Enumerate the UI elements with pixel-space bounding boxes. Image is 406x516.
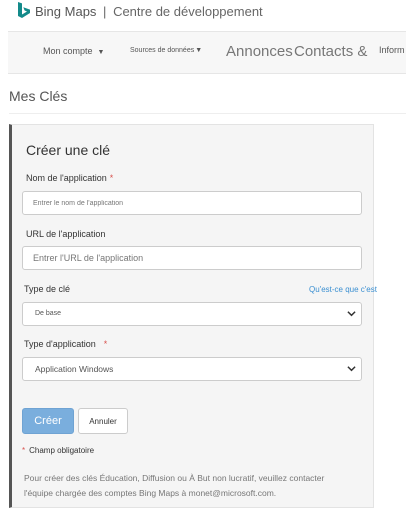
app-type-label: Type d'application * <box>24 339 107 349</box>
info-text: Pour créer des clés Éducation, Diffusion… <box>24 471 324 501</box>
top-header: Bing Maps | Centre de développement <box>0 0 406 26</box>
brand-separator: | <box>103 4 107 19</box>
required-note-text: Champ obligatoire <box>29 446 95 455</box>
app-name-input[interactable] <box>22 191 362 215</box>
bing-logo-icon[interactable] <box>17 2 31 20</box>
app-name-label-text: Nom de l'application <box>26 173 107 183</box>
app-url-input[interactable] <box>22 246 362 270</box>
nav-info[interactable]: Inform <box>379 45 405 55</box>
required-star: * <box>22 446 26 455</box>
page-title: Mes Clés <box>9 88 68 104</box>
nav-my-account[interactable]: Mon compte ▼ <box>43 46 104 56</box>
required-note: * Champ obligatoire <box>22 446 94 455</box>
key-type-label: Type de clé <box>24 284 71 294</box>
chevron-down-icon <box>347 366 356 372</box>
required-star: * <box>109 173 114 183</box>
divider <box>9 113 406 114</box>
nav-my-account-label: Mon compte <box>43 46 93 56</box>
form-title: Créer une clé <box>26 142 111 158</box>
create-button[interactable]: Créer <box>22 408 74 434</box>
nav-announcements[interactable]: Annonces <box>226 43 293 60</box>
chevron-down-icon: ▼ <box>195 47 203 54</box>
brand-name[interactable]: Bing Maps <box>35 4 96 19</box>
chevron-down-icon: ▼ <box>97 49 105 56</box>
nav-data-sources[interactable]: Sources de données▼ <box>130 47 202 54</box>
key-type-select[interactable]: De base <box>22 302 362 326</box>
nav-contacts[interactable]: Contacts & <box>294 43 367 60</box>
chevron-down-icon <box>347 311 356 317</box>
what-is-this-link[interactable]: Qu'est-ce que c'est <box>309 285 377 294</box>
app-type-value: Application Windows <box>35 364 114 374</box>
create-key-form: Créer une clé Nom de l'application* URL … <box>9 124 377 508</box>
app-name-label: Nom de l'application * <box>26 173 113 183</box>
required-star: * <box>103 339 108 349</box>
brand-subtitle[interactable]: Centre de développement <box>113 4 263 19</box>
cancel-button[interactable]: Annuler <box>78 408 128 434</box>
app-url-label: URL de l'application <box>26 229 106 239</box>
info-line-2: l'équipe chargée des comptes Bing Maps à… <box>24 488 277 498</box>
info-line-1: Pour créer des clés Éducation, Diffusion… <box>24 473 325 483</box>
brand-title: Bing Maps | Centre de développement <box>35 4 263 19</box>
nav-bar: Mon compte ▼ Sources de données▼ Annonces… <box>8 31 406 74</box>
app-type-label-text: Type d'application <box>24 339 96 349</box>
app-type-select[interactable]: Application Windows <box>22 357 362 381</box>
nav-data-sources-label: Sources de données <box>130 47 195 54</box>
key-type-value: De base <box>35 310 62 317</box>
